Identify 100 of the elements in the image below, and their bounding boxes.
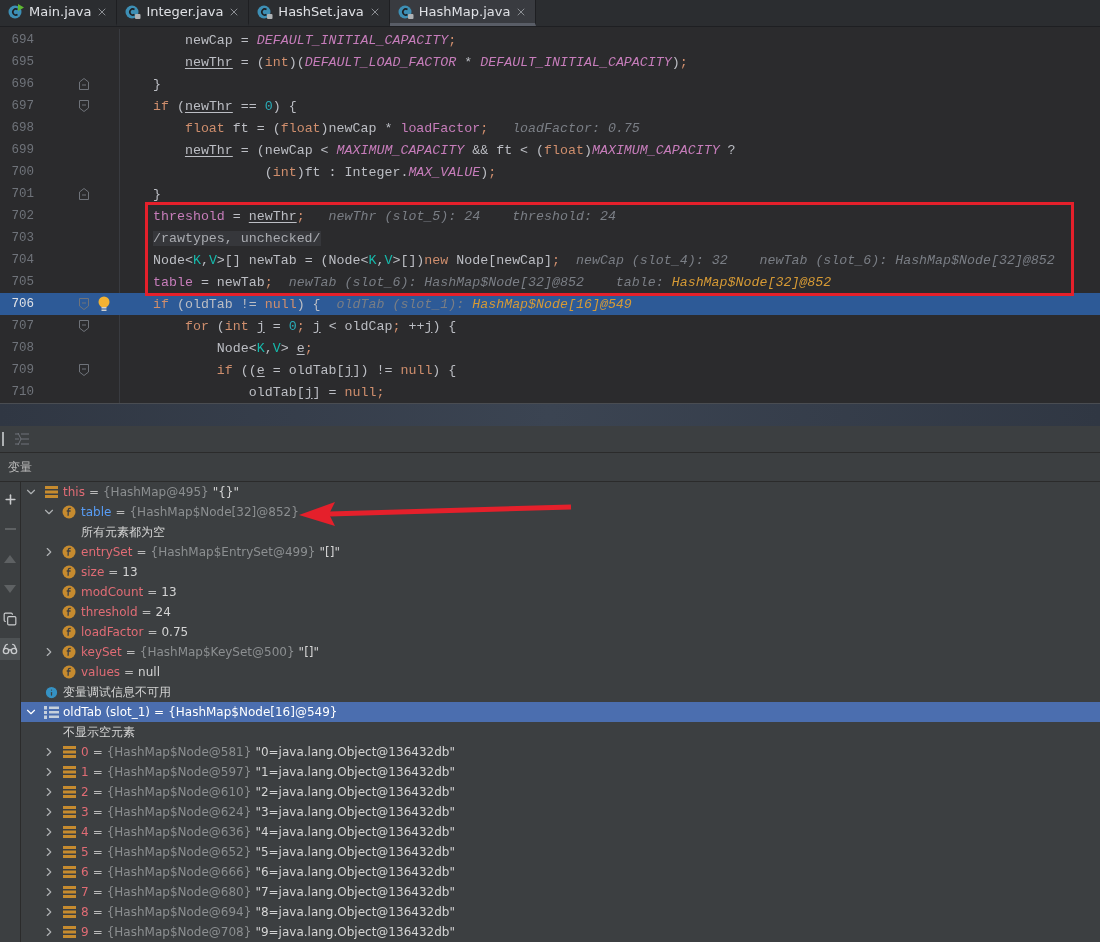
minus-icon: [4, 528, 16, 530]
list-icon: [62, 766, 76, 778]
value-text: "0=java.lang.Object@136432db": [255, 745, 455, 759]
code-line: newCap = DEFAULT_INITIAL_CAPACITY;: [183, 32, 457, 48]
fold-marker-icon[interactable]: [79, 188, 89, 200]
equals-sign: =: [92, 765, 103, 779]
value-text: "[]": [319, 545, 340, 559]
equals-sign: =: [92, 845, 103, 859]
value-text: "9=java.lang.Object@136432db": [255, 925, 455, 939]
list-icon: [62, 846, 76, 858]
fold-marker-icon[interactable]: [79, 78, 89, 90]
variable-name: 4: [81, 825, 89, 839]
tree-message: 不显示空元素: [63, 723, 135, 741]
equals-sign: =: [136, 545, 147, 559]
field-icon: [62, 545, 76, 559]
object-reference: {HashMap$Node@581}: [106, 745, 252, 759]
fold-marker-icon[interactable]: [79, 298, 89, 310]
variable-name: values: [81, 665, 121, 679]
field-icon: [62, 645, 76, 659]
variable-name: 0: [81, 745, 89, 759]
list-icon: [62, 926, 76, 938]
variable-name: keySet: [81, 645, 122, 659]
variable-name: oldTab (slot_1): [63, 705, 151, 719]
fold-marker-icon[interactable]: [79, 320, 89, 332]
field-icon: [62, 585, 76, 599]
line-number: 700: [10, 165, 34, 179]
line-number: 696: [10, 77, 34, 91]
list-icon: [62, 886, 76, 898]
variable-name: 5: [81, 845, 89, 859]
line-number: 707: [10, 319, 34, 333]
variable-name: table: [81, 505, 112, 519]
value-text: "7=java.lang.Object@136432db": [255, 885, 455, 899]
value-text: "4=java.lang.Object@136432db": [255, 825, 455, 839]
list-icon: [62, 826, 76, 838]
variable-name: entrySet: [81, 545, 133, 559]
info-icon: [43, 684, 59, 700]
variable-name: 7: [81, 885, 89, 899]
code-line: newThr = (newCap < MAXIMUM_CAPACITY && ft < (float)MAXIMUM_CAPACITY ?: [183, 142, 736, 158]
editor-tab[interactable]: HashMap.java: [389, 0, 537, 26]
field-icon: [62, 605, 76, 619]
line-number: 699: [10, 143, 34, 157]
line-number: 708: [10, 341, 34, 355]
variable-name: loadFactor: [81, 625, 144, 639]
line-number: 697: [10, 99, 34, 113]
line-number: 702: [10, 209, 34, 223]
lightbulb-icon[interactable]: [98, 296, 110, 312]
object-reference: {HashMap@495}: [102, 485, 209, 499]
value-text: 24: [155, 605, 171, 619]
code-line: (int)ft : Integer.MAX_VALUE);: [263, 164, 497, 180]
equals-sign: =: [147, 625, 158, 639]
object-reference: {HashMap$EntrySet@499}: [150, 545, 316, 559]
triangle-down-icon: [4, 585, 16, 593]
equals-sign: =: [88, 485, 99, 499]
object-reference: {HashMap$Node[32]@852}: [129, 505, 299, 519]
value-text: "5=java.lang.Object@136432db": [255, 845, 455, 859]
line-number: 709: [10, 363, 34, 377]
equals-sign: =: [92, 745, 103, 759]
code-line: if (oldTab != null) { oldTab (slot_1): HashMap$Node[16]@549: [152, 296, 632, 312]
triangle-up-icon: [4, 555, 16, 563]
code-line: }: [152, 76, 161, 92]
code-line: if ((e = oldTab[j]) != null) {: [215, 362, 457, 378]
line-number: 695: [10, 55, 34, 69]
field-icon: [62, 505, 76, 519]
fold-marker-icon[interactable]: [79, 364, 89, 376]
equals-sign: =: [92, 785, 103, 799]
object-reference: {HashMap$KeySet@500}: [139, 645, 295, 659]
variable-name: size: [81, 565, 105, 579]
glasses-button[interactable]: [0, 638, 20, 660]
code-line: if (newThr == 0) {: [152, 98, 297, 114]
field-icon: [62, 565, 76, 579]
object-reference: {HashMap$Node@652}: [106, 845, 252, 859]
equals-sign: =: [92, 925, 103, 939]
line-number: 710: [10, 385, 34, 399]
fold-marker-icon[interactable]: [79, 100, 89, 112]
line-number: 703: [10, 231, 34, 245]
equals-sign: =: [147, 585, 158, 599]
value-text: "8=java.lang.Object@136432db": [255, 905, 455, 919]
list-icon: [62, 746, 76, 758]
object-reference: {HashMap$Node@624}: [106, 805, 252, 819]
variable-name: 3: [81, 805, 89, 819]
code-line: threshold = newThr; newThr (slot_5): 24 threshold: 24: [152, 208, 616, 224]
code-line: newThr = (int)(DEFAULT_LOAD_FACTOR * DEFAULT_INITIAL_CAPACITY);: [183, 54, 688, 70]
equals-sign: =: [108, 565, 119, 579]
equals-sign: =: [125, 645, 136, 659]
glasses-icon: [2, 641, 18, 657]
equals-sign: =: [92, 805, 103, 819]
indexed-list-icon: [43, 705, 59, 719]
code-line: oldTab[j] = null;: [247, 384, 385, 400]
panel-title: 变量: [8, 458, 32, 476]
list-icon: [44, 486, 58, 498]
value-text: 13: [161, 585, 177, 599]
line-number: 698: [10, 121, 34, 135]
list-icon: [62, 806, 76, 818]
tree-row-selected[interactable]: oldTab (slot_1) = {HashMap$Node[16]@549}: [21, 702, 1100, 722]
field-icon: [62, 665, 76, 679]
vertical-bar-icon[interactable]: [2, 432, 5, 446]
variable-name: threshold: [81, 605, 138, 619]
variable-name: 6: [81, 865, 89, 879]
equals-sign: =: [141, 605, 152, 619]
object-reference: {HashMap$Node@636}: [106, 825, 252, 839]
